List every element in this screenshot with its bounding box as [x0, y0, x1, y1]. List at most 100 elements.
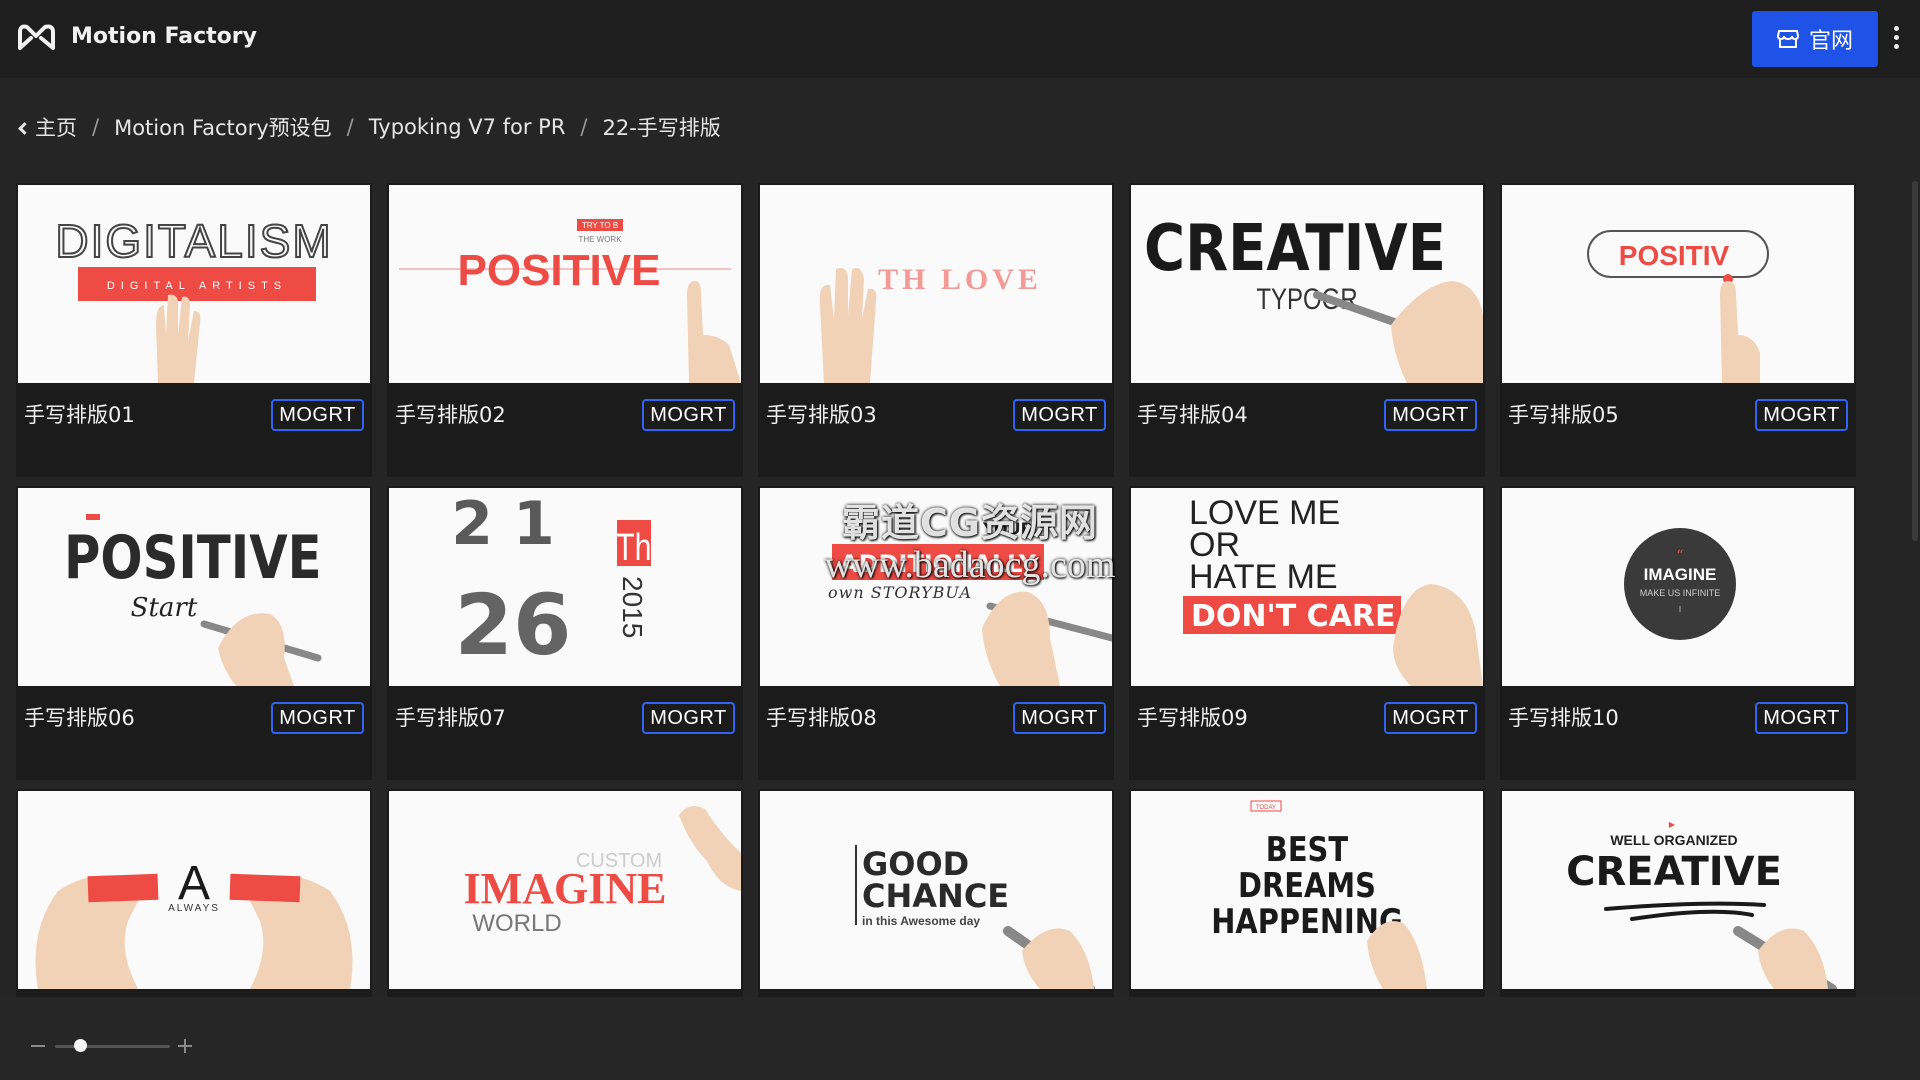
template-card[interactable]: TODAY BEST DREAMS HAPPENING [1129, 789, 1485, 997]
more-options-icon[interactable] [1890, 26, 1902, 52]
chevron-left-icon [18, 122, 31, 135]
breadcrumb-home[interactable]: 主页 [18, 112, 77, 142]
vertical-scrollbar[interactable] [1912, 181, 1918, 541]
template-card[interactable]: A ALWAYS [16, 789, 372, 997]
template-preview[interactable]: TODAY BEST DREAMS HAPPENING [1131, 791, 1483, 989]
svg-text:DON'T CARE: DON'T CARE [1191, 599, 1395, 634]
svg-text:“: “ [1676, 548, 1683, 564]
template-preview[interactable]: CREATIVE TYPOGR [1131, 185, 1483, 383]
official-site-button[interactable]: 官网 [1752, 11, 1878, 67]
zoom-in-icon[interactable] [178, 1039, 192, 1053]
svg-text:▶: ▶ [1669, 820, 1676, 829]
svg-text:TODAY: TODAY [1256, 805, 1276, 811]
mogrt-badge[interactable]: MOGRT [642, 399, 735, 431]
breadcrumb-preset-pack[interactable]: Motion Factory预设包 [114, 112, 332, 142]
breadcrumb-separator: / [580, 115, 588, 139]
template-title: 手写排版02 [395, 403, 506, 427]
svg-text:BEST: BEST [1266, 831, 1349, 870]
app-header: Motion Factory 官网 [0, 0, 1920, 78]
template-card[interactable]: “ IMAGINE MAKE US INFINITE 手写排版10 MOGRT [1500, 486, 1856, 780]
template-card[interactable]: CUSTOM IMAGINE WORLD [387, 789, 743, 997]
svg-text:ALWAYS: ALWAYS [168, 903, 220, 914]
template-card[interactable]: TH LOVE 手写排版03 MOGRT [758, 183, 1114, 477]
mogrt-badge[interactable]: MOGRT [1013, 702, 1106, 734]
mogrt-badge[interactable]: MOGRT [1384, 702, 1477, 734]
svg-text:CREATIVE: CREATIVE [1566, 849, 1782, 895]
template-card[interactable]: TRY TO B THE WORK POSITIVE 手写排版02 MOGRT [387, 183, 743, 477]
svg-text:DIGITALISM: DIGITALISM [55, 215, 332, 267]
svg-text:POSITIV: POSITIV [1619, 240, 1730, 271]
svg-text:HATE ME: HATE ME [1189, 558, 1338, 596]
svg-text:CREATIVE: CREATIVE [1144, 211, 1446, 286]
template-preview[interactable]: LOVE ME OR HATE ME DON'T CARE [1131, 488, 1483, 686]
breadcrumb-separator: / [346, 115, 354, 139]
mogrt-badge[interactable]: MOGRT [271, 702, 364, 734]
svg-text:Start: Start [131, 593, 198, 623]
zoom-out-icon[interactable] [31, 1045, 45, 1047]
zoom-slider-handle[interactable] [73, 1039, 87, 1052]
svg-text:TRY TO B: TRY TO B [582, 221, 618, 230]
template-preview[interactable]: TRY TO B THE WORK POSITIVE [389, 185, 741, 383]
template-card[interactable]: LOVE ME OR HATE ME DON'T CARE 手写排版09 MOG… [1129, 486, 1485, 780]
template-preview[interactable]: CUSTOM IMAGINE WORLD [389, 791, 741, 989]
template-card[interactable]: 21 26 Th 2015 手写排版07 MOGRT [387, 486, 743, 780]
template-preview[interactable]: A ALWAYS [18, 791, 370, 989]
svg-text:POSITIVE: POSITIVE [458, 246, 661, 295]
bottom-bar [0, 997, 1920, 1080]
template-card[interactable]: CREATIVE TYPOGR 手写排版04 MOGRT [1129, 183, 1485, 477]
template-preview[interactable]: POSITIV [1502, 185, 1854, 383]
zoom-slider[interactable] [55, 1045, 170, 1048]
template-preview[interactable]: GOOD CHANCE in this Awesome day [760, 791, 1112, 989]
template-card[interactable]: ▶ WELL ORGANIZED CREATIVE [1500, 789, 1856, 997]
template-card[interactable]: GOOD CHANCE in this Awesome day [758, 789, 1114, 997]
template-preview[interactable]: 21 26 Th 2015 [389, 488, 741, 686]
motion-factory-logo-icon [18, 24, 55, 50]
svg-text:YOUR: YOUR [982, 519, 1033, 538]
breadcrumb-current: 22-手写排版 [602, 116, 721, 140]
mogrt-badge[interactable]: MOGRT [642, 702, 735, 734]
store-icon [1776, 30, 1799, 48]
mogrt-badge[interactable]: MOGRT [271, 399, 364, 431]
template-card[interactable]: DIGITALISM DIGITAL ARTISTS 手写排版01 MOGRT [16, 183, 372, 477]
official-site-label: 官网 [1808, 29, 1853, 54]
svg-text:ADDITIONALLY: ADDITIONALLY [840, 550, 1037, 578]
template-card[interactable]: YOUR ADDITIONALLY own STORYBUA 手写排版08 MO… [758, 486, 1114, 780]
svg-text:21: 21 [451, 489, 575, 559]
mogrt-badge[interactable]: MOGRT [1384, 399, 1477, 431]
breadcrumb-typoking[interactable]: Typoking V7 for PR [369, 115, 566, 139]
svg-text:DREAMS: DREAMS [1238, 867, 1376, 906]
template-preview[interactable]: DIGITALISM DIGITAL ARTISTS [18, 185, 370, 383]
template-title: 手写排版01 [24, 403, 135, 427]
template-title: 手写排版07 [395, 706, 506, 730]
svg-text:CHANCE: CHANCE [862, 877, 1009, 915]
svg-text:WELL ORGANIZED: WELL ORGANIZED [1610, 832, 1737, 848]
svg-text:IMAGINE: IMAGINE [464, 864, 667, 913]
svg-text:in this Awesome day: in this Awesome day [862, 914, 980, 928]
template-preview[interactable]: YOUR ADDITIONALLY own STORYBUA [760, 488, 1112, 686]
template-preview[interactable]: ▶ WELL ORGANIZED CREATIVE [1502, 791, 1854, 989]
svg-text:DIGITAL ARTISTS: DIGITAL ARTISTS [107, 280, 287, 292]
svg-text:WORLD: WORLD [472, 910, 561, 937]
svg-text:TYPOGR: TYPOGR [1256, 281, 1357, 315]
svg-text:POSITIVE: POSITIVE [64, 523, 322, 592]
template-preview[interactable]: POSITIVE Start [18, 488, 370, 686]
template-title: 手写排版03 [766, 403, 877, 427]
svg-text:TH LOVE: TH LOVE [878, 263, 1042, 296]
breadcrumb: 主页 / Motion Factory预设包 / Typoking V7 for… [18, 112, 721, 142]
template-title: 手写排版04 [1137, 403, 1248, 427]
app-title: Motion Factory [71, 24, 257, 49]
template-grid: DIGITALISM DIGITAL ARTISTS 手写排版01 MOGRT … [16, 183, 1859, 997]
mogrt-badge[interactable]: MOGRT [1755, 702, 1848, 734]
template-preview[interactable]: TH LOVE [760, 185, 1112, 383]
template-card[interactable]: POSITIVE Start 手写排版06 MOGRT [16, 486, 372, 780]
svg-text:Th: Th [616, 527, 651, 569]
template-title: 手写排版08 [766, 706, 877, 730]
template-preview[interactable]: “ IMAGINE MAKE US INFINITE [1502, 488, 1854, 686]
mogrt-badge[interactable]: MOGRT [1013, 399, 1106, 431]
mogrt-badge[interactable]: MOGRT [1755, 399, 1848, 431]
svg-text:2015: 2015 [617, 576, 648, 638]
svg-text:THE WORK: THE WORK [578, 235, 622, 244]
template-title: 手写排版10 [1508, 706, 1619, 730]
template-card[interactable]: POSITIV 手写排版05 MOGRT [1500, 183, 1856, 477]
template-title: 手写排版05 [1508, 403, 1619, 427]
